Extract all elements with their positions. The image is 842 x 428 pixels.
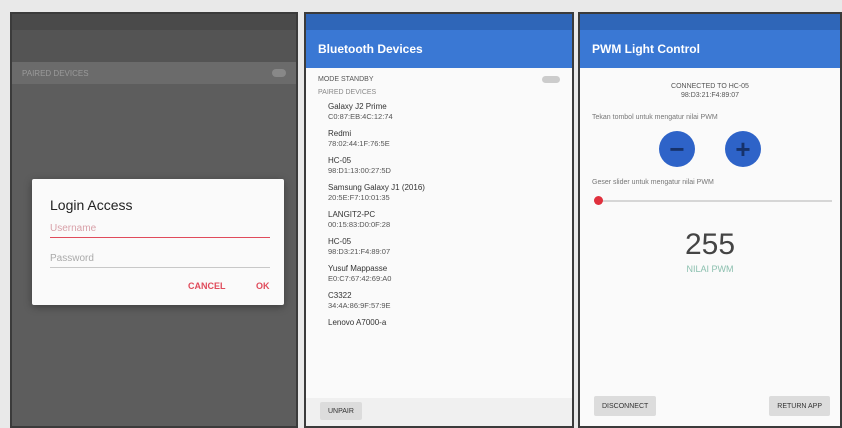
mode-label: MODE STANDBY	[318, 76, 374, 83]
device-name: Lenovo A7000-a	[328, 318, 387, 327]
password-input[interactable]: Password	[50, 253, 270, 268]
device-mac: 34:4A:86:9F:57:9E	[328, 301, 391, 310]
pwm-buttons: − +	[580, 131, 840, 167]
bottom-bar: UNPAIR	[306, 398, 572, 426]
pwm-value: 255	[684, 228, 736, 261]
disconnect-button[interactable]: DISCONNECT	[594, 396, 657, 416]
status-bar	[580, 14, 840, 30]
device-name: C3322	[328, 291, 352, 300]
device-mac: 98:D1:13:00:27:5D	[328, 166, 391, 175]
connected-mac: 98:D3:21:F4:89:07	[681, 92, 739, 99]
device-name: Galaxy J2 Prime	[328, 102, 387, 111]
paired-devices-label: PAIRED DEVICES	[22, 68, 89, 78]
connected-device: CONNECTED TO HC-05	[671, 83, 749, 90]
connection-status: CONNECTED TO HC-05 98:D3:21:F4:89:07	[580, 82, 840, 100]
slider-track	[594, 200, 832, 202]
dialog-title: Login Access	[50, 197, 133, 213]
device-list-item[interactable]: HC-05 98:D1:13:00:27:5D	[306, 152, 572, 179]
login-dialog: Login Access Username Password CANCEL OK	[32, 179, 284, 305]
mode-row: MODE STANDBY	[306, 68, 572, 83]
device-name: Samsung Galaxy J1 (2016)	[328, 183, 425, 192]
device-list-item[interactable]: Lenovo A7000-a	[306, 314, 572, 331]
device-list-item[interactable]: LANGIT2-PC 00:15:83:D0:0F:28	[306, 206, 572, 233]
device-mac: C0:87:EB:4C:12:74	[328, 112, 393, 121]
device-list-item[interactable]: Galaxy J2 Prime C0:87:EB:4C:12:74	[306, 98, 572, 125]
device-list-item[interactable]: HC-05 98:D3:21:F4:89:07	[306, 233, 572, 260]
pwm-slider[interactable]	[594, 196, 832, 206]
device-name: LANGIT2-PC	[328, 210, 376, 219]
device-list-item[interactable]: Redmi 78:02:44:1F:76:5E	[306, 125, 572, 152]
device-mac: 20:5E:F7:10:01:35	[328, 193, 390, 202]
minus-button[interactable]: −	[659, 131, 695, 167]
section-label: PAIRED DEVICES	[318, 89, 377, 96]
device-mac: 78:02:44:1F:76:5E	[328, 139, 390, 148]
app-bar	[12, 30, 296, 62]
device-list: Galaxy J2 Prime C0:87:EB:4C:12:74 Redmi 78:…	[306, 98, 572, 331]
device-name: HC-05	[328, 156, 352, 165]
plus-button[interactable]: +	[725, 131, 761, 167]
device-list-item[interactable]: Samsung Galaxy J1 (2016) 20:5E:F7:10:01:3…	[306, 179, 572, 206]
device-mac: 00:15:83:D0:0F:28	[328, 220, 391, 229]
device-list-item[interactable]: Yusuf Mappasse E0:C7:67:42:69:A0	[306, 260, 572, 287]
pwm-value-label: NILAI PWM	[686, 264, 734, 274]
app-bar-title: Bluetooth Devices	[306, 30, 572, 68]
adjust-label: Tekan tombol untuk mengatur nilai PWM	[592, 114, 718, 121]
device-name: HC-05	[328, 237, 352, 246]
device-mac: E0:C7:67:42:69:A0	[328, 274, 392, 283]
mode-toggle[interactable]	[542, 76, 560, 83]
device-name: Redmi	[328, 129, 352, 138]
slider-label: Geser slider untuk mengatur nilai PWM	[592, 179, 714, 186]
app-bar-title: PWM Light Control	[580, 30, 840, 68]
toggle-switch[interactable]	[272, 69, 286, 77]
paired-devices-bar: PAIRED DEVICES	[12, 62, 296, 84]
status-bar	[306, 14, 572, 30]
slider-thumb[interactable]	[594, 196, 603, 205]
username-input[interactable]: Username	[50, 223, 270, 238]
cancel-button[interactable]: CANCEL	[188, 281, 226, 291]
pwm-control-screen: PWM Light Control CONNECTED TO HC-05 98:…	[578, 12, 842, 428]
return-app-button[interactable]: RETURN APP	[769, 396, 830, 416]
ok-button[interactable]: OK	[256, 281, 270, 291]
device-list-item[interactable]: C3322 34:4A:86:9F:57:9E	[306, 287, 572, 314]
device-mac: 98:D3:21:F4:89:07	[328, 247, 391, 256]
device-name: Yusuf Mappasse	[328, 264, 388, 273]
bluetooth-devices-screen: Bluetooth Devices MODE STANDBY PAIRED DE…	[304, 12, 574, 428]
unpair-button[interactable]: UNPAIR	[320, 402, 362, 420]
status-bar	[12, 14, 296, 30]
login-screen: PAIRED DEVICES Login Access Username Pas…	[10, 12, 298, 428]
